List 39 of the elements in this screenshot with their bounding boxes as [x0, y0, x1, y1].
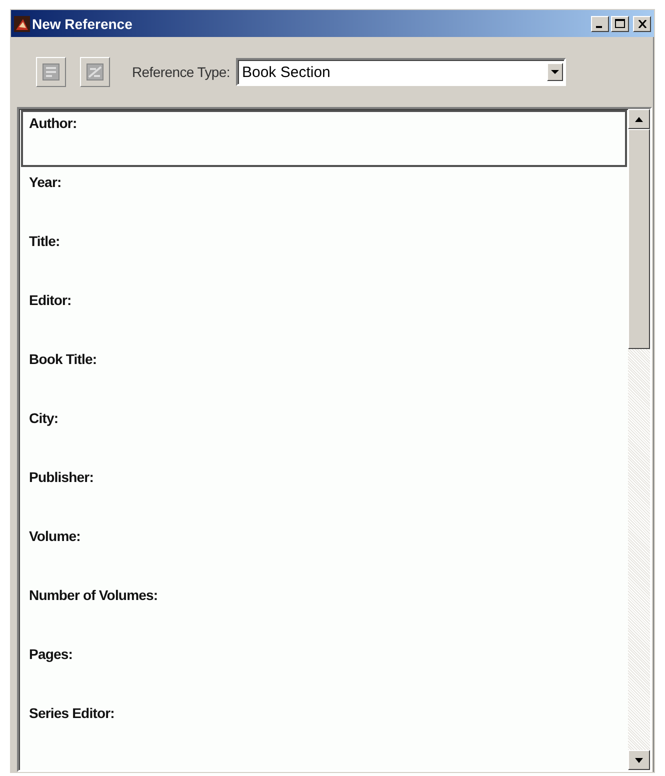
field-label: Number of Volumes:	[29, 587, 158, 603]
close-button[interactable]	[633, 16, 651, 32]
field-row[interactable]: Publisher:	[21, 464, 627, 521]
field-row[interactable]: Editor:	[21, 287, 627, 344]
close-icon	[638, 20, 646, 28]
field-label: Pages:	[29, 646, 73, 662]
field-label: Publisher:	[29, 469, 94, 485]
field-row[interactable]: Book Title:	[21, 346, 627, 403]
field-row[interactable]: Volume:	[21, 523, 627, 580]
field-row[interactable]: Author:	[21, 110, 627, 167]
maximize-icon	[615, 19, 625, 28]
field-row[interactable]: City:	[21, 405, 627, 462]
app-icon	[14, 16, 30, 32]
maximize-button[interactable]	[611, 16, 629, 32]
field-label: Series Editor:	[29, 705, 114, 721]
field-row[interactable]: Number of Volumes:	[21, 582, 627, 639]
scroll-up-icon[interactable]	[635, 116, 643, 122]
minimize-icon	[596, 26, 602, 28]
field-label: Editor:	[29, 292, 72, 308]
field-row[interactable]: Series Editor:	[21, 700, 627, 757]
field-row[interactable]: Pages:	[21, 641, 627, 698]
toolbar-button[interactable]	[80, 57, 110, 87]
field-row[interactable]: Year:	[21, 169, 627, 226]
toolbar-button[interactable]	[36, 57, 66, 87]
field-label: City:	[29, 410, 58, 426]
edit-icon	[84, 61, 106, 83]
field-label: Year:	[29, 174, 62, 190]
field-label: Book Title:	[29, 351, 97, 367]
field-label: Author:	[29, 115, 77, 131]
window-title: New Reference	[32, 16, 134, 32]
minimize-button[interactable]	[591, 16, 609, 32]
scrollbar[interactable]	[628, 109, 650, 770]
reference-type-label: Reference Type:	[132, 64, 230, 80]
field-label: Volume:	[29, 528, 80, 544]
reference-type-dropdown[interactable]: Book Section	[236, 58, 566, 86]
document-icon	[40, 61, 62, 83]
field-label: Title:	[29, 233, 60, 249]
scroll-down-icon[interactable]	[635, 758, 643, 762]
field-row[interactable]: Title:	[21, 228, 627, 285]
